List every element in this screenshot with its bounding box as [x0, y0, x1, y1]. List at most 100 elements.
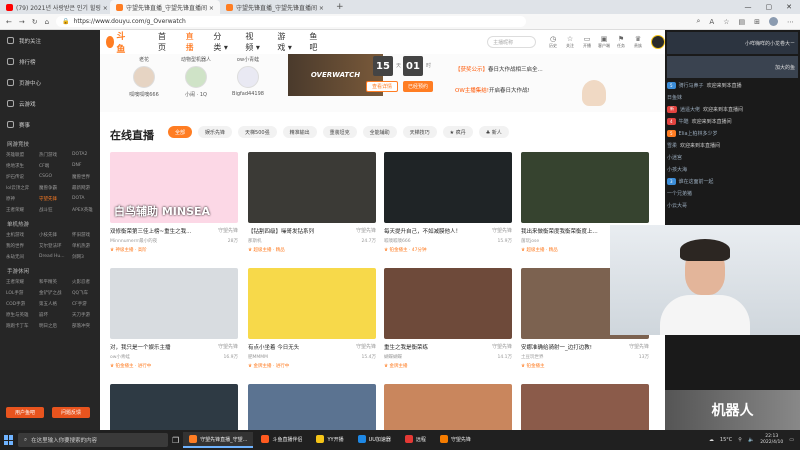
filter-chip[interactable]: 天梯500强	[238, 126, 277, 138]
stream-title[interactable]: 对，我只是一个娱乐主播	[110, 343, 171, 351]
sidebar-category-item[interactable]: 战斗狂	[39, 207, 72, 213]
sidebar-category-item[interactable]: APEX英雄	[72, 207, 98, 213]
stream-thumbnail[interactable]	[248, 268, 376, 339]
sidebar-category-item[interactable]: 魔兽争霸	[39, 185, 72, 191]
streamer-name[interactable]: Minnnumerrr最小的夜	[110, 238, 157, 244]
sidebar-category-item[interactable]: DNF	[72, 163, 98, 169]
sidebar-category-item[interactable]: DOTA2	[72, 152, 98, 158]
sidebar-category-item[interactable]: 单机热游	[72, 243, 98, 249]
sidebar-category-item[interactable]: 第五人格	[39, 301, 72, 307]
read-aloud-icon[interactable]: A	[709, 18, 714, 26]
sidebar-category-item[interactable]: 部落冲突	[72, 323, 98, 329]
new-tab-button[interactable]: +	[330, 2, 350, 12]
url-input[interactable]: 🔒 https://www.douyu.com/g_Overwatch	[56, 16, 527, 27]
extensions-icon[interactable]: ⊞	[754, 18, 760, 26]
sidebar-item-rank[interactable]: 排行榜	[0, 51, 100, 72]
sidebar-category-item[interactable]: 炉石传说	[6, 174, 39, 180]
chat-user[interactable]: 逍遥大佬	[680, 106, 700, 113]
streamer-name[interactable]: 呱噢呱噢666	[384, 238, 411, 244]
clock[interactable]: 22:13 2022/4/10	[760, 434, 783, 446]
sidebar-category-item[interactable]: 天刀手游	[72, 312, 98, 318]
nav-video[interactable]: 视频 ▾	[245, 31, 260, 53]
streamer-name[interactable]: 肥MMMM	[248, 354, 268, 360]
sidebar-category-item[interactable]: CSGO	[39, 174, 72, 180]
taskbar-app[interactable]: 远程	[399, 432, 432, 448]
sidebar-category-item[interactable]: 王者荣耀	[6, 279, 39, 285]
sidebar-category-item[interactable]: 和平精英	[39, 279, 72, 285]
task-view-icon[interactable]: ❐	[172, 436, 179, 445]
user-fishbar-button[interactable]: 用户鱼吧	[6, 407, 44, 418]
browser-tab[interactable]: 守望先锋直播_守望先锋直播间 ×	[220, 0, 330, 14]
sidebar-category-item[interactable]: 金铲铲之战	[39, 290, 72, 296]
filter-chip[interactable]: 娱乐先锋	[198, 126, 233, 138]
chat-user[interactable]: 日鱼妹	[667, 94, 682, 101]
chat-user[interactable]: 雪柔	[667, 142, 677, 149]
stream-thumbnail[interactable]	[110, 384, 238, 430]
sidebar-category-item[interactable]: QQ飞车	[72, 290, 98, 296]
stream-title[interactable]: 双修衡荣第三佳上榜~重生之我...	[110, 227, 191, 235]
stream-title[interactable]: 【钻割四级】噪哥发钻系列	[248, 227, 314, 235]
streamer-name[interactable]: 蝴蝶蝴蝶	[384, 354, 402, 360]
chat-user[interactable]: 骑行马鼻子	[679, 82, 704, 89]
nav-games[interactable]: 游戏 ▾	[277, 31, 292, 53]
sidebar-category-item[interactable]: 原生与英雄	[6, 312, 39, 318]
sidebar-category-item[interactable]: 永劫无间	[6, 254, 39, 260]
stream-title[interactable]: 每天提升自己，不如减膜他人！	[384, 227, 461, 235]
site-search-input[interactable]: 主播昵称	[487, 36, 537, 48]
sidebar-category-item[interactable]: 魔兽世界	[72, 174, 98, 180]
featured-streamer[interactable]: 老花 呱噢呱噢666	[114, 56, 174, 98]
favorite-icon[interactable]: ☆	[723, 18, 729, 26]
profile-avatar[interactable]	[769, 17, 778, 26]
nav-fishbar[interactable]: 鱼吧	[309, 31, 320, 53]
sidebar-category-item[interactable]: 剑网3	[72, 254, 98, 260]
stream-thumbnail[interactable]	[248, 152, 376, 223]
chat-user[interactable]: 谁在这面前一起	[679, 178, 714, 185]
sidebar-category-item[interactable]: 王者荣耀	[6, 207, 39, 213]
browser-tab-active[interactable]: 守望先锋直播_守望先锋直播间 ×	[110, 0, 220, 14]
sidebar-category-item[interactable]: LOL手游	[6, 290, 39, 296]
minimize-icon[interactable]: —	[745, 3, 752, 11]
broadcast-button[interactable]: ▭ 开播	[579, 35, 595, 49]
stream-thumbnail[interactable]: 白鸟辅助 MINSEA	[110, 152, 238, 223]
stream-thumbnail[interactable]	[248, 384, 376, 430]
more-icon[interactable]: ⋯	[787, 18, 794, 26]
chat-user[interactable]: 小迷宫	[667, 154, 682, 161]
stream-card[interactable]: 重生之我是衡荣练 守望先锋 蝴蝶蝴蝶 14.1万 ♛ 金牌主播	[384, 268, 512, 369]
feedback-button[interactable]: 问题反馈	[52, 407, 90, 418]
stream-card[interactable]	[110, 384, 238, 430]
sidebar-item-events[interactable]: 赛事	[0, 114, 100, 135]
forward-icon[interactable]: →	[19, 18, 25, 26]
chat-user[interactable]: 小孩大海	[667, 166, 687, 173]
filter-chip[interactable]: 重装坦克	[322, 126, 357, 138]
stream-card[interactable]: 每天提升自己，不如减膜他人！ 守望先锋 呱噢呱噢666 15.9万 ♛ 铂金播主 · 4…	[384, 152, 512, 253]
sidebar-category-item[interactable]: 原神	[6, 196, 39, 202]
stream-card[interactable]: 【钻割四级】噪哥发钻系列 守望先锋 那斯机 24.7万 ♛ 超级主播 · 精品	[248, 152, 376, 253]
streamer-name[interactable]: 菌玩jose	[521, 238, 539, 244]
sidebar-category-item[interactable]: 小枝先锋	[39, 232, 72, 238]
stream-card[interactable]: 对，我只是一个娱乐主播 守望先锋 ow小青蛙 16.9万 ♛ 铂金播主 · 进行中	[110, 268, 238, 369]
stream-title[interactable]: 安娜准确给骑射一_边打边教!	[521, 343, 592, 351]
sidebar-category-item[interactable]: Dread Hu...	[39, 254, 72, 260]
follow-button[interactable]: ☆ 关注	[562, 35, 578, 49]
sidebar-category-item[interactable]: 怀旧游戏	[72, 232, 98, 238]
stream-title[interactable]: 重生之我是衡荣练	[384, 343, 428, 351]
stream-title[interactable]: 我出来做衡荣度我衡荣衡度上...	[521, 227, 598, 235]
taskbar-app[interactable]: YY开播	[310, 432, 349, 448]
stream-thumbnail[interactable]	[521, 152, 649, 223]
nav-home[interactable]: 首页	[158, 31, 169, 53]
notification-icon[interactable]: ▭	[789, 437, 794, 443]
sidebar-category-item[interactable]: 守望先锋	[39, 196, 72, 202]
featured-streamer[interactable]: 动物型机器人 小闹 · 1Q	[166, 56, 226, 98]
chat-user[interactable]: Elia上柏林多少岁	[679, 130, 718, 137]
filter-chip[interactable]: ♣ 新人	[478, 126, 509, 138]
view-details-button[interactable]: 查看详情	[366, 81, 399, 92]
stream-thumbnail[interactable]	[384, 152, 512, 223]
chat-user[interactable]: 牛酷	[679, 118, 689, 125]
home-icon[interactable]: ⌂	[45, 18, 49, 26]
filter-chip[interactable]: 精准输出	[282, 126, 317, 138]
nav-category[interactable]: 分类 ▾	[213, 31, 228, 53]
sidebar-category-item[interactable]: COD手游	[6, 301, 39, 307]
browser-tab[interactable]: (79) 2021년 사랑받은 인기 힐링 ×	[0, 0, 110, 14]
stream-card[interactable]	[384, 384, 512, 430]
filter-chip[interactable]: 全能辅助	[362, 126, 397, 138]
